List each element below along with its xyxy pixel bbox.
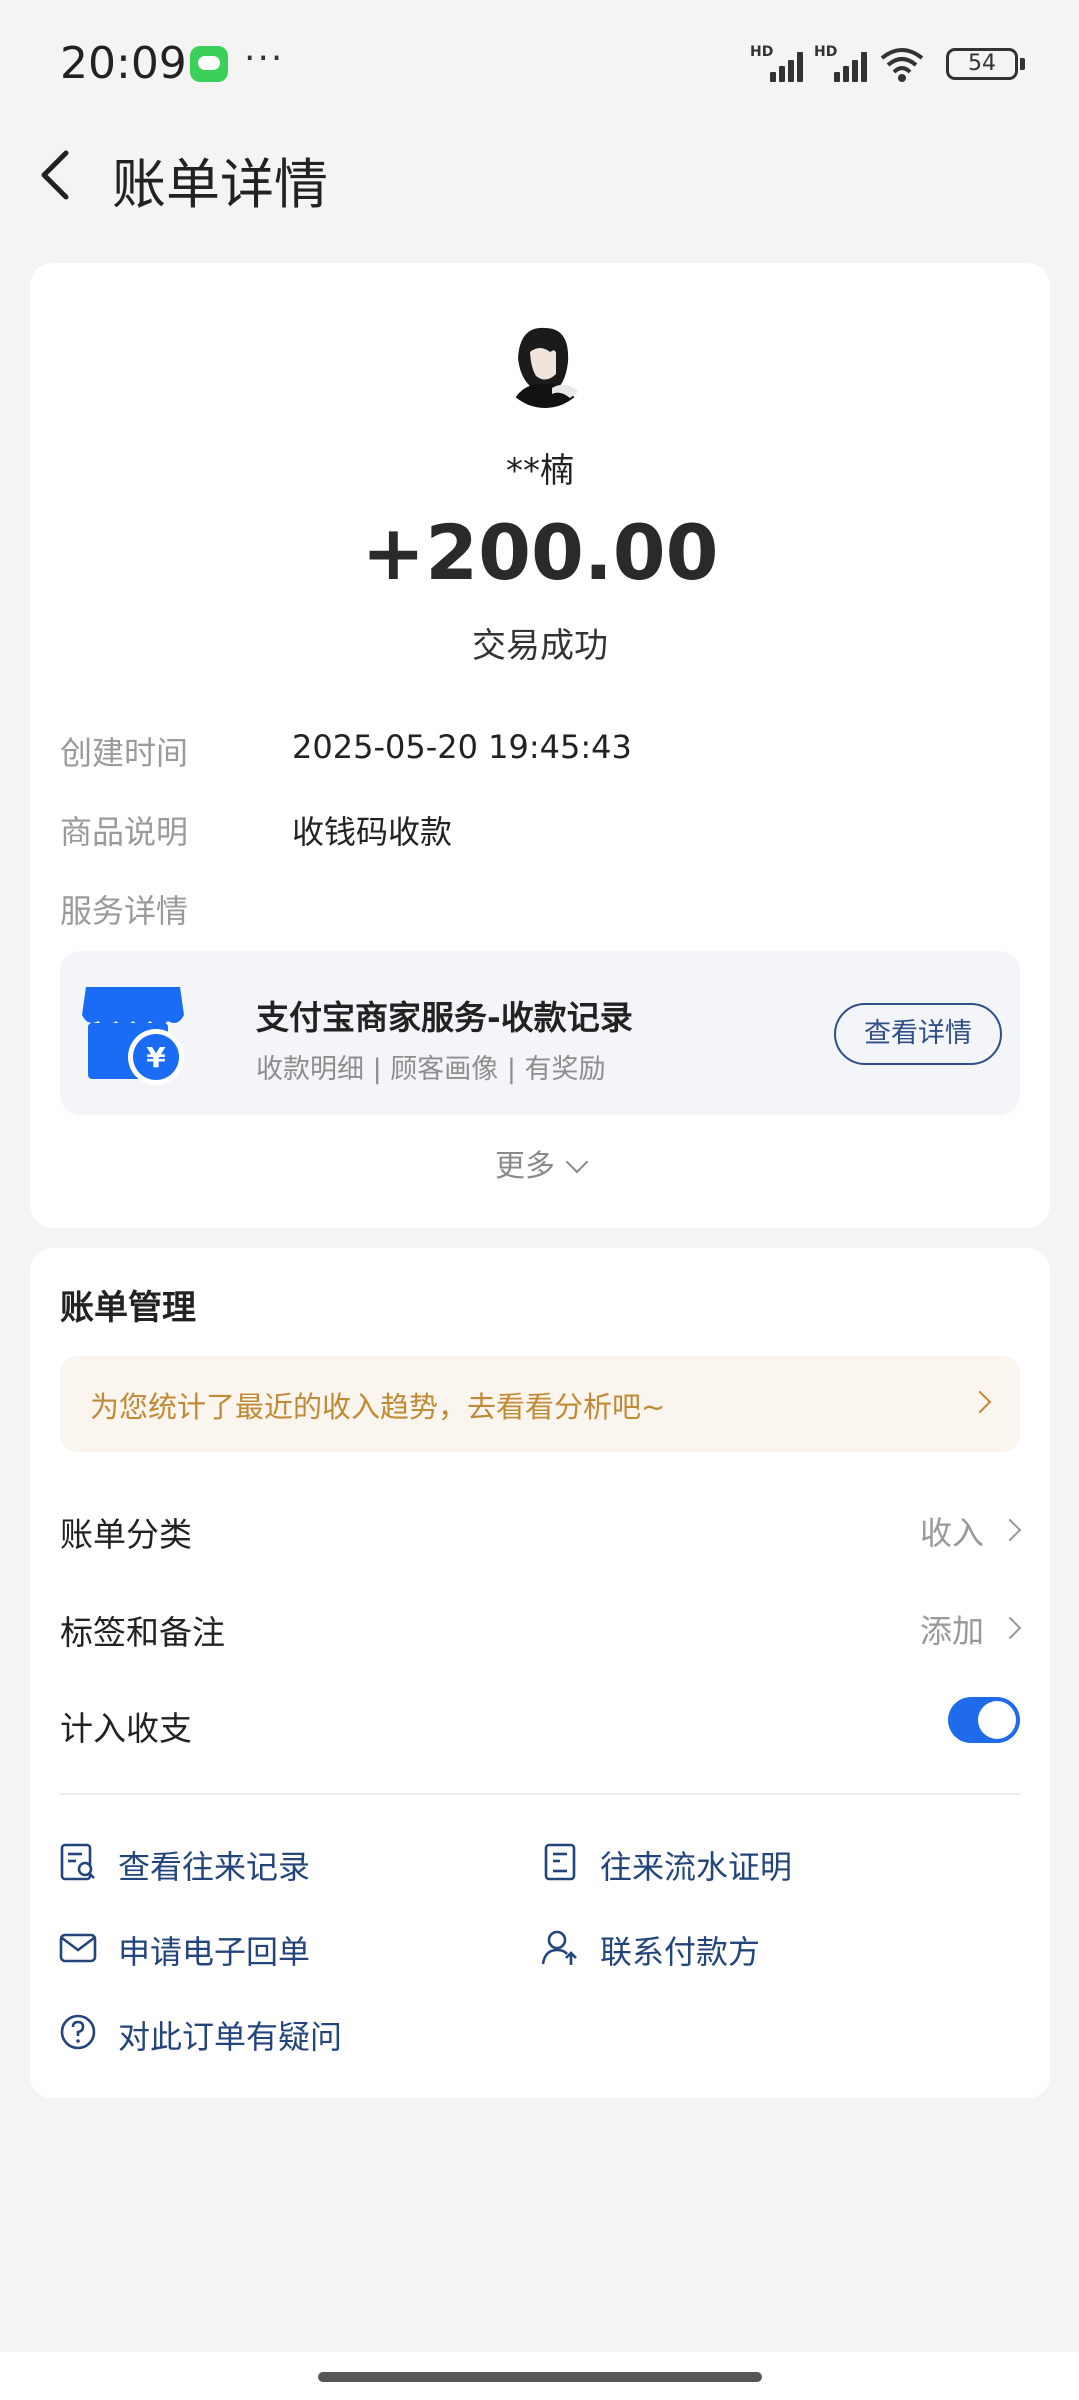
bill-management-title: 账单管理 [60,1288,196,1328]
tags-notes-value: 添加 [919,1612,984,1650]
page-title: 账单详情 [112,153,328,216]
home-indicator[interactable] [318,2372,762,2382]
contact-payer-text: 联系付款方 [600,1933,761,1971]
contact-person-icon [541,1930,577,1965]
view-records-link[interactable]: 查看往来记录 [58,1838,478,1888]
e-receipt-text: 申请电子回单 [118,1933,311,1971]
service-title: 支付宝商家服务-收款记录 [256,998,633,1037]
question-icon [60,2014,96,2050]
svg-text:¥: ¥ [146,1041,166,1074]
include-in-balance-label: 计入收支 [60,1709,192,1748]
signal-icon: HD [750,44,808,82]
order-question-link[interactable]: 对此订单有疑问 [58,2008,478,2058]
merchant-service-card[interactable]: ¥ 支付宝商家服务-收款记录 收款明细 | 顾客画像 | 有奖励 查看详情 [60,951,1020,1115]
statement-proof-text: 往来流水证明 [600,1848,793,1886]
divider [60,1793,1020,1795]
statement-proof-link[interactable]: 往来流水证明 [540,1838,960,1888]
mail-icon [59,1933,97,1963]
statement-icon [544,1843,576,1881]
avatar[interactable] [500,318,590,408]
chevron-down-icon [565,1150,589,1174]
order-question-text: 对此订单有疑问 [118,2018,343,2056]
created-time-label: 创建时间 [60,734,189,772]
status-time: 20:09 [60,38,187,89]
income-trend-banner[interactable]: 为您统计了最近的收入趋势，去看看分析吧~ [60,1356,1020,1452]
battery-indicator: 54 [946,48,1018,80]
signal-hd-label-2: HD [814,44,838,60]
chevron-right-icon [998,1616,1022,1640]
income-trend-text: 为您统计了最近的收入趋势，去看看分析吧~ [90,1390,666,1424]
service-subtitle: 收款明细 | 顾客画像 | 有奖励 [256,1054,606,1085]
battery-tip [1020,58,1025,70]
more-toggle[interactable]: 更多 [30,1141,1050,1185]
service-detail-label: 服务详情 [60,892,189,930]
transaction-card: **楠 +200.00 交易成功 创建时间 2025-05-20 19:45:4… [30,263,1050,1228]
chevron-right-icon [968,1390,992,1414]
payer-name: **楠 [506,451,574,491]
created-time-value: 2025-05-20 19:45:43 [292,728,632,766]
signal-hd-label: HD [750,44,774,60]
bill-management-card: 账单管理 为您统计了最近的收入趋势，去看看分析吧~ 账单分类 收入 标签和备注 … [30,1248,1050,2098]
bill-category-value: 收入 [919,1514,984,1552]
transaction-amount: +200.00 [361,508,719,597]
status-bar: 20:09 ··· HD HD 54 [0,0,1079,130]
chat-notification-icon [190,46,228,82]
chevron-right-icon [998,1518,1022,1542]
product-value: 收钱码收款 [292,813,453,851]
wifi-icon [880,48,924,82]
signal-icon-2: HD [814,44,872,82]
back-icon[interactable] [30,145,90,205]
e-receipt-link[interactable]: 申请电子回单 [58,1923,478,1973]
more-notifications-icon: ··· [244,38,285,79]
bill-category-label: 账单分类 [60,1515,192,1554]
view-details-button[interactable]: 查看详情 [834,1003,1002,1065]
more-label: 更多 [495,1149,555,1184]
contact-payer-link[interactable]: 联系付款方 [540,1923,960,1973]
include-in-balance-toggle[interactable] [948,1697,1020,1743]
product-label: 商品说明 [60,813,189,851]
records-icon [60,1843,95,1881]
transaction-status: 交易成功 [472,626,608,666]
view-records-text: 查看往来记录 [118,1848,311,1886]
shop-icon: ¥ [82,987,184,1085]
tags-notes-label: 标签和备注 [60,1613,225,1652]
toggle-knob [978,1701,1016,1739]
